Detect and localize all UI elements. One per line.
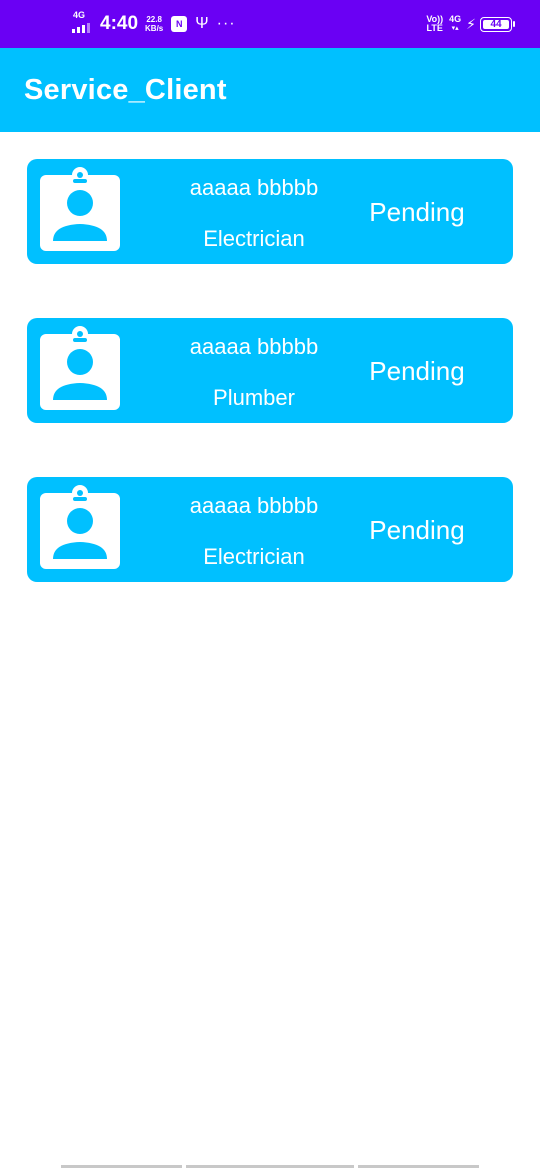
status-badge: Pending xyxy=(369,356,465,386)
service-type: Plumber xyxy=(213,385,295,410)
battery-level: 44 xyxy=(483,19,509,29)
volte-icon: Vo)) LTE xyxy=(426,15,443,33)
id-badge-icon xyxy=(40,167,120,251)
app-bar: Service_Client xyxy=(0,48,540,132)
mobile-data-icon: 4G ▾▴ xyxy=(449,14,462,33)
status-bar-right: Vo)) LTE 4G ▾▴ ⚡ 44 xyxy=(426,12,515,36)
charging-icon: ⚡ xyxy=(466,15,476,32)
navigation-bar xyxy=(0,1164,540,1170)
requester-name: aaaaa bbbbb xyxy=(189,493,319,518)
battery-icon: 44 xyxy=(480,16,515,32)
network-speed-value: 22.8 xyxy=(146,15,162,24)
request-card[interactable]: aaaaa bbbbb Electrician Pending xyxy=(27,477,513,582)
status-badge: Pending xyxy=(369,515,465,545)
nav-recents-button[interactable] xyxy=(61,1165,182,1168)
service-type: Electrician xyxy=(203,226,305,251)
volte-bottom-label: LTE xyxy=(426,23,443,33)
mobile-data-label: 4G xyxy=(449,14,462,24)
network-type-label: 4G xyxy=(73,10,86,20)
notification-app-icon: N xyxy=(171,16,188,32)
request-card[interactable]: aaaaa bbbbb Plumber Pending xyxy=(27,318,513,423)
requester-name: aaaaa bbbbb xyxy=(189,334,319,359)
status-badge: Pending xyxy=(369,197,465,227)
status-bar: 4G 4:40 22.8 KB/s N Ψ ··· Vo)) LTE 4G ▾▴… xyxy=(0,0,540,48)
status-bar-left: 4G 4:40 22.8 KB/s N Ψ ··· xyxy=(72,10,236,38)
service-type: Electrician xyxy=(203,544,305,569)
requester-name: aaaaa bbbbb xyxy=(189,175,319,200)
clock: 4:40 xyxy=(100,13,139,34)
nav-home-button[interactable] xyxy=(186,1165,354,1168)
nav-back-button[interactable] xyxy=(358,1165,479,1168)
request-card[interactable]: aaaaa bbbbb Electrician Pending xyxy=(27,159,513,264)
id-badge-icon xyxy=(40,326,120,410)
id-badge-icon xyxy=(40,485,120,569)
more-notifications-icon: ··· xyxy=(216,15,236,32)
cellular-signal-icon: 4G xyxy=(72,11,94,37)
page-title: Service_Client xyxy=(24,74,227,106)
network-speed: 22.8 KB/s xyxy=(145,15,163,33)
usb-icon: Ψ xyxy=(195,15,209,32)
network-speed-unit: KB/s xyxy=(145,24,164,33)
